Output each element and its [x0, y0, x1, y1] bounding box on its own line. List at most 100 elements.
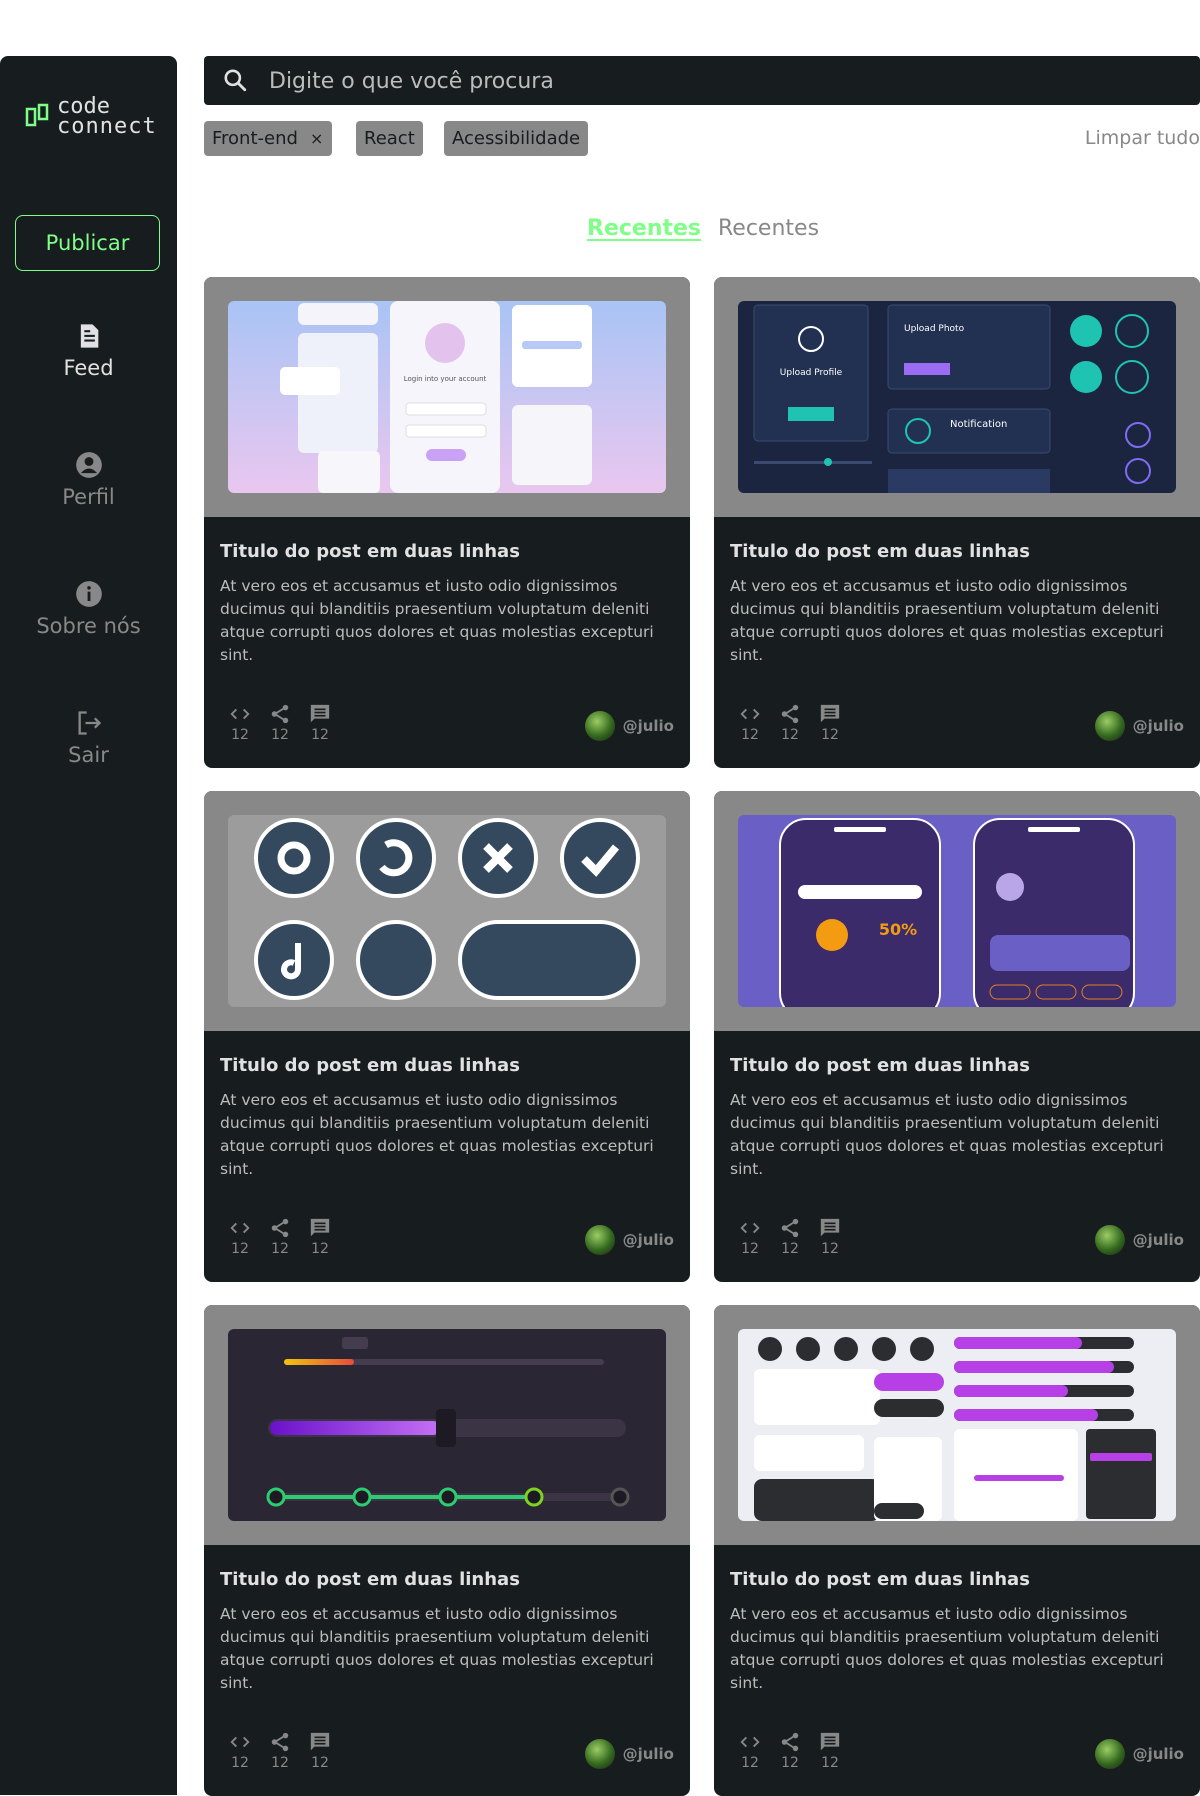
share-icon — [781, 704, 799, 724]
post-stats: 12 12 12 — [220, 703, 340, 743]
avatar — [1094, 1739, 1125, 1769]
publish-button[interactable]: Publicar — [15, 215, 160, 271]
share-stat[interactable]: 12 — [770, 703, 810, 743]
post-author[interactable]: @julio — [584, 1739, 674, 1769]
post-thumbnail: Login into your account — [204, 277, 690, 517]
post-body: At vero eos et accusamus et iusto odio d… — [220, 1091, 654, 1178]
code-stat[interactable]: 12 — [220, 703, 260, 743]
post-author[interactable]: @julio — [1094, 711, 1184, 741]
nav-item-sair[interactable]: Sair — [0, 709, 177, 767]
post-stats: 12 12 12 — [730, 1731, 850, 1771]
avatar — [1094, 711, 1125, 741]
share-stat[interactable]: 12 — [260, 703, 300, 743]
search-bar — [204, 56, 1200, 107]
comment-icon — [820, 1218, 840, 1237]
comment-count: 12 — [821, 1241, 839, 1257]
tag-label: Front-end — [212, 128, 298, 149]
code-count: 12 — [741, 1241, 759, 1257]
share-icon — [271, 704, 289, 724]
tab-recentes[interactable]: Recentes — [718, 216, 819, 241]
svg-text:Upload Profile: Upload Profile — [780, 368, 843, 378]
post-card[interactable]: 50% Titulo do post em duas linhas At ver… — [714, 791, 1200, 1282]
thumbnail-image: Login into your account — [228, 301, 666, 493]
comment-stat[interactable]: 12 — [810, 1731, 850, 1771]
author-username: @julio — [622, 1231, 674, 1249]
post-author[interactable]: @julio — [584, 711, 674, 741]
clear-all-link[interactable]: Limpar tudo — [1085, 127, 1200, 149]
post-thumbnail: 50% — [714, 791, 1200, 1031]
code-count: 12 — [231, 727, 249, 743]
nav-item-perfil[interactable]: Perfil — [0, 451, 177, 509]
code-stat[interactable]: 12 — [730, 1217, 770, 1257]
remove-tag-icon[interactable]: × — [310, 129, 323, 148]
post-thumbnail: Upload Profile Upload Photo Notification — [714, 277, 1200, 517]
logo[interactable]: code connect — [23, 96, 157, 138]
comment-stat[interactable]: 12 — [810, 703, 850, 743]
code-count: 12 — [741, 727, 759, 743]
tag-label: Acessibilidade — [452, 128, 581, 149]
tab-recentes-active[interactable]: Recentes — [587, 216, 701, 241]
post-author[interactable]: @julio — [1094, 1225, 1184, 1255]
post-stats: 12 12 12 — [220, 1731, 340, 1771]
post-card[interactable]: Login into your account Titulo do post e… — [204, 277, 690, 768]
code-count: 12 — [231, 1755, 249, 1771]
share-icon — [781, 1218, 799, 1238]
code-icon — [230, 708, 250, 720]
nav-item-feed[interactable]: Feed — [0, 322, 177, 380]
comment-icon — [310, 1732, 330, 1751]
comment-stat[interactable]: 12 — [300, 703, 340, 743]
code-stat[interactable]: 12 — [220, 1217, 260, 1257]
nav-item-sobre[interactable]: Sobre nós — [0, 580, 177, 638]
thumbnail-image — [228, 1329, 666, 1521]
avatar — [1094, 1225, 1125, 1255]
post-title: Titulo do post em duas linhas — [220, 1569, 520, 1590]
post-card[interactable]: Titulo do post em duas linhas At vero eo… — [204, 1305, 690, 1796]
post-title: Titulo do post em duas linhas — [730, 541, 1030, 562]
share-stat[interactable]: 12 — [770, 1217, 810, 1257]
info-icon — [75, 581, 102, 607]
author-username: @julio — [1132, 1745, 1184, 1763]
comment-stat[interactable]: 12 — [810, 1217, 850, 1257]
author-username: @julio — [1132, 717, 1184, 735]
code-icon — [230, 1222, 250, 1234]
share-count: 12 — [271, 1755, 289, 1771]
share-stat[interactable]: 12 — [260, 1731, 300, 1771]
post-card[interactable]: Titulo do post em duas linhas At vero eo… — [204, 791, 690, 1282]
post-author[interactable]: @julio — [1094, 1739, 1184, 1769]
share-stat[interactable]: 12 — [260, 1217, 300, 1257]
code-stat[interactable]: 12 — [220, 1731, 260, 1771]
nav-label-sobre: Sobre nós — [36, 614, 141, 638]
comment-stat[interactable]: 12 — [300, 1217, 340, 1257]
filter-tag-frontend: Front-end × — [204, 121, 332, 156]
svg-text:50%: 50% — [879, 920, 917, 939]
comment-count: 12 — [311, 1755, 329, 1771]
post-card[interactable]: Upload Profile Upload Photo Notification — [714, 277, 1200, 768]
post-body: At vero eos et accusamus et iusto odio d… — [730, 1605, 1164, 1692]
author-username: @julio — [622, 1745, 674, 1763]
code-stat[interactable]: 12 — [730, 1731, 770, 1771]
comment-count: 12 — [821, 727, 839, 743]
nav-label-sair: Sair — [68, 743, 109, 767]
comment-stat[interactable]: 12 — [300, 1731, 340, 1771]
post-body: At vero eos et accusamus et iusto odio d… — [730, 1091, 1164, 1178]
code-stat[interactable]: 12 — [730, 703, 770, 743]
post-stats: 12 12 12 — [730, 703, 850, 743]
post-card[interactable]: Titulo do post em duas linhas At vero eo… — [714, 1305, 1200, 1796]
nav-label-perfil: Perfil — [62, 485, 115, 509]
code-icon — [740, 708, 760, 720]
tag-label: React — [364, 128, 415, 149]
svg-text:Login into your account: Login into your account — [404, 375, 487, 383]
code-count: 12 — [231, 1241, 249, 1257]
share-count: 12 — [781, 727, 799, 743]
logout-icon — [78, 711, 101, 735]
comment-icon — [310, 704, 330, 723]
comment-count: 12 — [821, 1755, 839, 1771]
thumbnail-image — [228, 815, 666, 1007]
share-stat[interactable]: 12 — [770, 1731, 810, 1771]
post-thumbnail — [204, 1305, 690, 1545]
share-icon — [271, 1218, 289, 1238]
search-icon[interactable] — [222, 67, 248, 93]
search-input[interactable] — [267, 56, 1171, 107]
document-icon — [80, 324, 98, 348]
post-author[interactable]: @julio — [584, 1225, 674, 1255]
